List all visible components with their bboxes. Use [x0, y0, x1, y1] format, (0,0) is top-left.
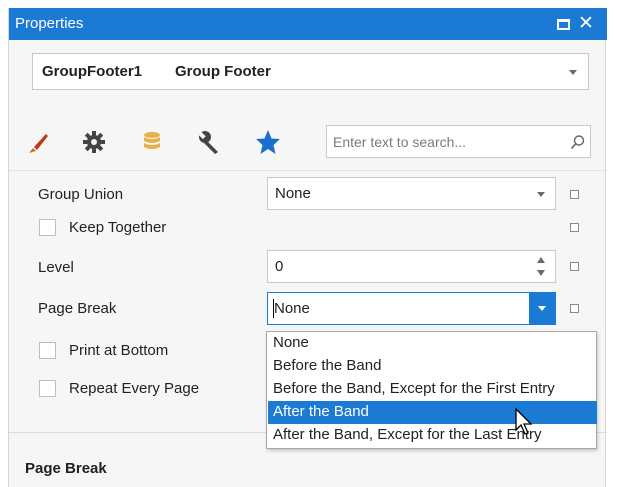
level-value: 0 [275, 258, 284, 275]
description-title: Page Break [25, 460, 107, 477]
component-type: Group Footer [175, 63, 271, 80]
wrench-icon [197, 131, 218, 154]
page-break-label: Page Break [38, 300, 117, 317]
group-union-dropdown[interactable]: None [267, 177, 556, 210]
tab-appearance[interactable] [24, 127, 54, 157]
repeat-every-page-checkbox[interactable] [39, 380, 56, 397]
toolbar-divider [9, 170, 607, 171]
group-union-value: None [275, 185, 311, 202]
chevron-down-icon [537, 192, 545, 197]
spin-up-icon[interactable] [537, 257, 545, 263]
search-icon[interactable] [570, 134, 586, 150]
tab-behavior[interactable] [79, 127, 109, 157]
print-at-bottom-label: Print at Bottom [69, 342, 169, 359]
tab-design[interactable] [194, 127, 224, 157]
spin-down-icon[interactable] [537, 270, 545, 276]
level-spinner[interactable]: 0 [267, 250, 556, 283]
dropdown-option-before-band-except-first[interactable]: Before the Band, Except for the First En… [268, 378, 597, 401]
keep-together-label: Keep Together [69, 219, 167, 236]
keep-together-reset-box[interactable] [570, 223, 579, 232]
chevron-down-icon [569, 70, 577, 75]
dropdown-option-none[interactable]: None [268, 332, 597, 355]
page-break-options-list: None Before the Band Before the Band, Ex… [266, 331, 597, 449]
brush-icon [29, 134, 48, 153]
page-break-value: None [274, 300, 310, 317]
database-icon [144, 132, 160, 149]
panel-title: Properties [15, 15, 84, 32]
close-icon[interactable]: ✕ [578, 12, 594, 36]
tab-favorites[interactable] [253, 127, 283, 157]
keep-together-checkbox[interactable] [39, 219, 56, 236]
search-input[interactable] [333, 132, 553, 152]
group-union-reset-box[interactable] [570, 190, 579, 199]
group-union-label: Group Union [38, 186, 124, 203]
tab-data[interactable] [137, 127, 167, 157]
chevron-down-icon [538, 306, 546, 311]
component-selector[interactable]: GroupFooter1 Group Footer [32, 53, 589, 90]
repeat-every-page-label: Repeat Every Page [69, 380, 200, 397]
print-at-bottom-checkbox[interactable] [39, 342, 56, 359]
property-search [326, 125, 591, 158]
panel-title-bar: Properties ✕ [9, 8, 607, 40]
page-break-reset-box[interactable] [570, 304, 579, 313]
level-reset-box[interactable] [570, 262, 579, 271]
dropdown-button[interactable] [529, 293, 555, 324]
maximize-icon[interactable] [557, 19, 570, 30]
star-icon [256, 130, 280, 154]
gear-icon [83, 131, 105, 153]
dropdown-option-before-band[interactable]: Before the Band [268, 355, 597, 378]
level-label: Level [38, 259, 74, 276]
page-break-dropdown[interactable]: None [267, 292, 556, 325]
dropdown-option-after-band-except-last[interactable]: After the Band, Except for the Last Entr… [268, 424, 597, 447]
component-name: GroupFooter1 [42, 63, 142, 80]
dropdown-option-after-band[interactable]: After the Band [268, 401, 597, 424]
